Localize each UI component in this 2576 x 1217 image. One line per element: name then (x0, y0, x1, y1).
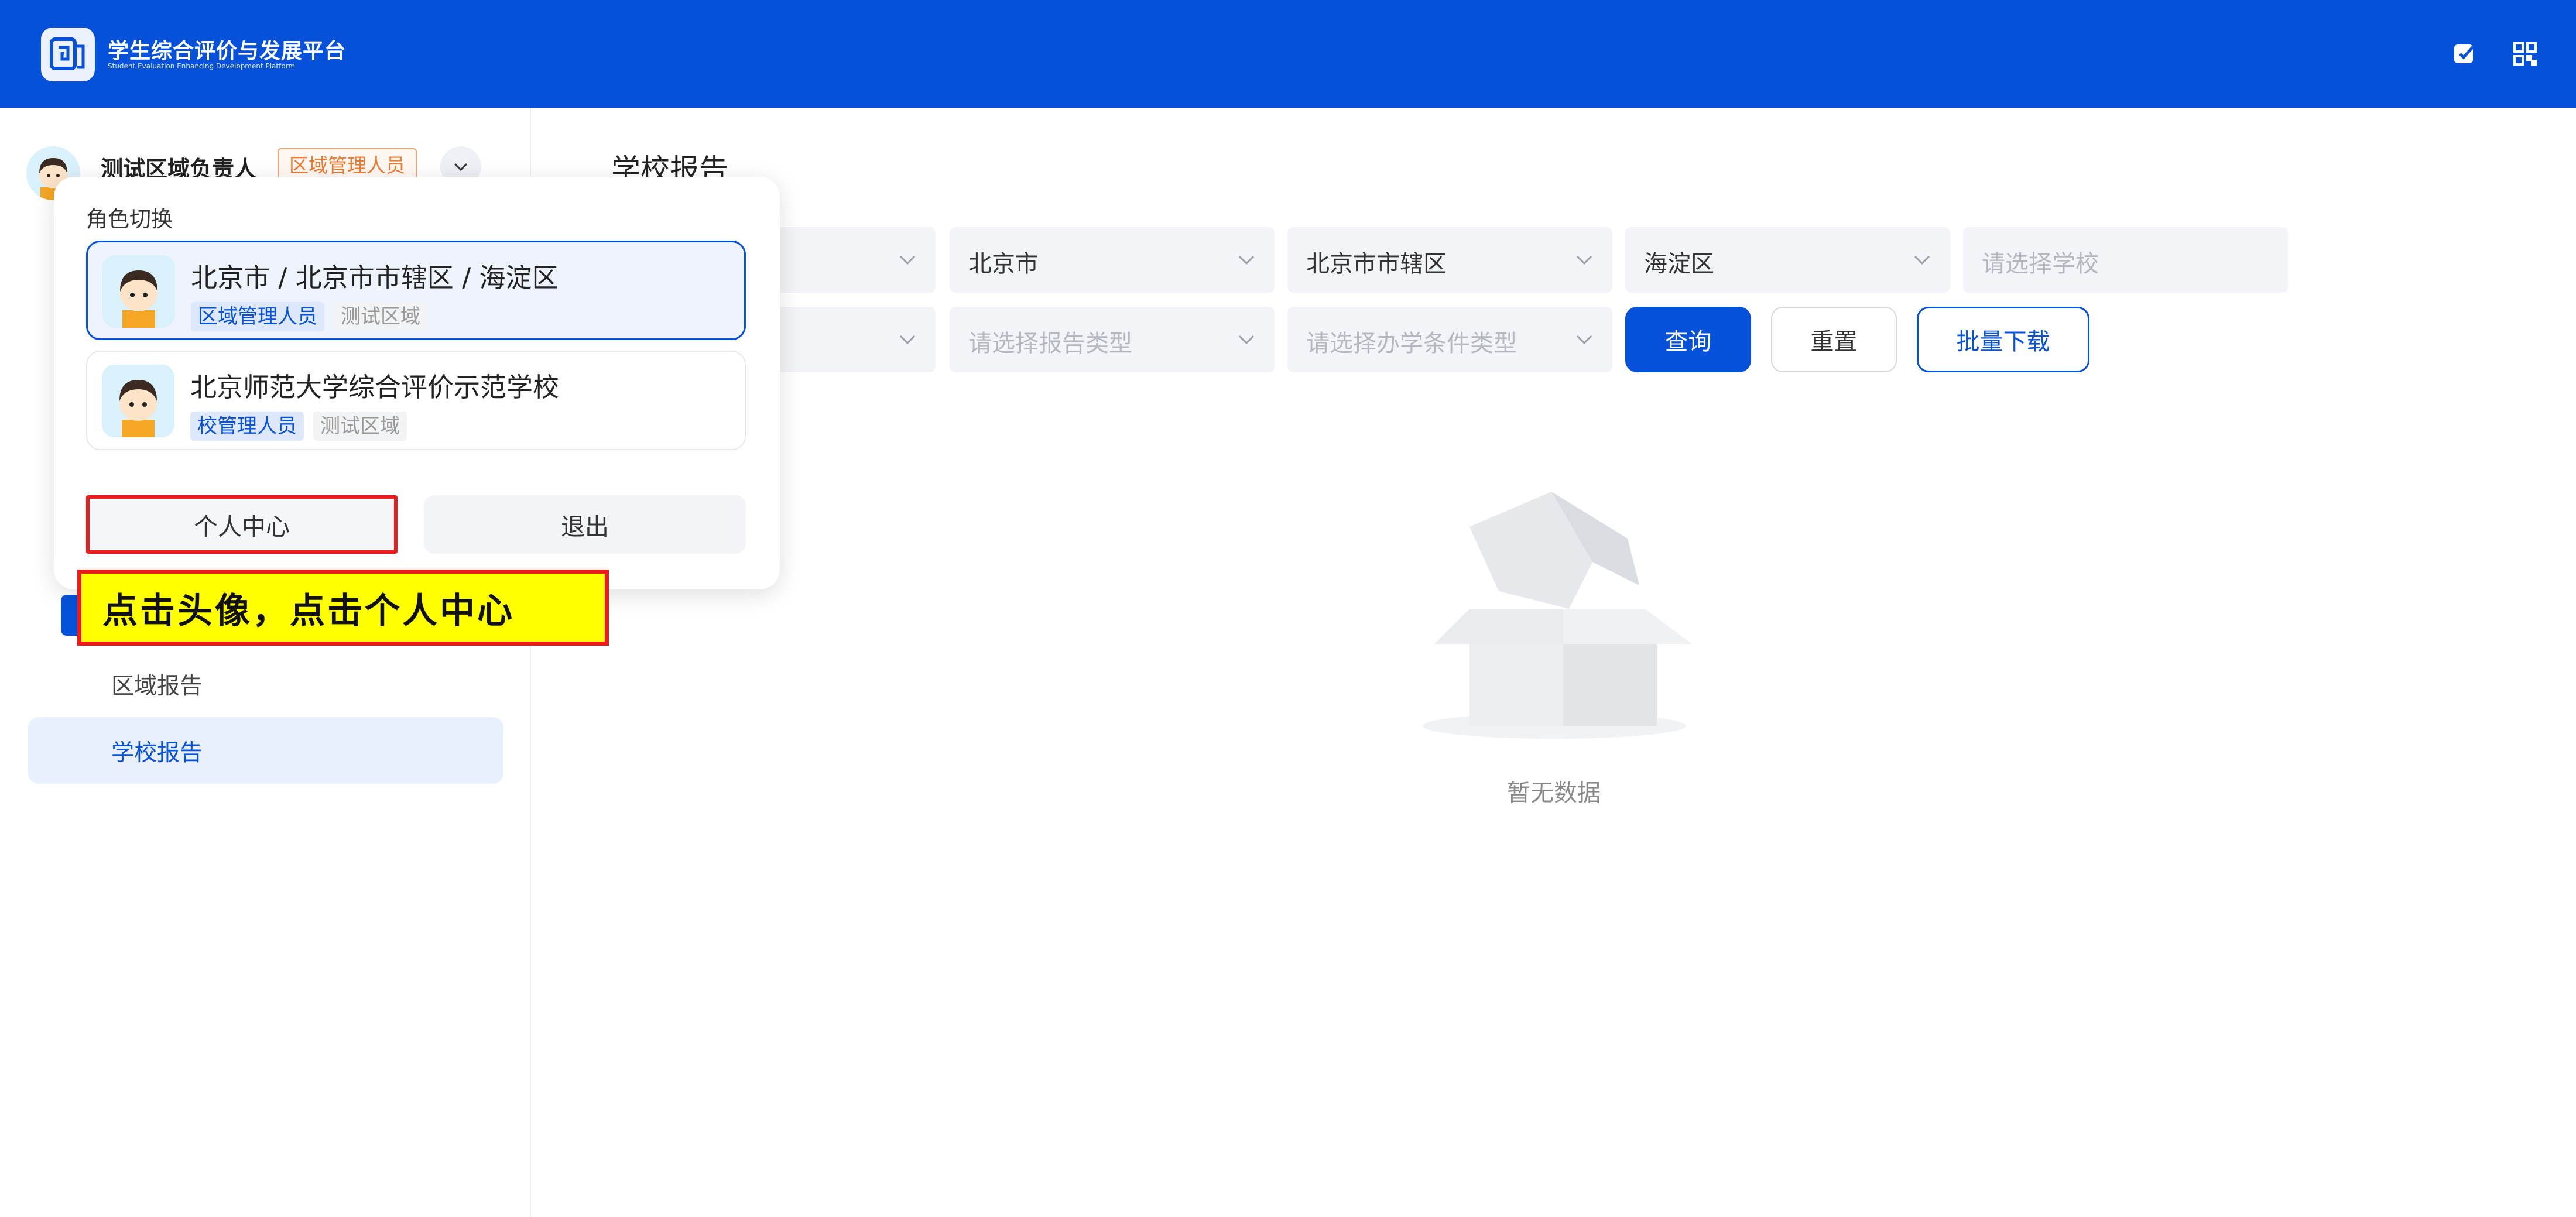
qr-code-icon[interactable] (2508, 36, 2543, 71)
school-select[interactable]: 请选择学校 (1963, 227, 2288, 293)
role-tag: 测试区域 (313, 412, 407, 441)
role-name: 北京师范大学综合评价示范学校 (190, 372, 560, 403)
logo-icon[interactable] (41, 28, 95, 81)
chevron-down-icon (1238, 255, 1255, 265)
year-select[interactable] (755, 307, 936, 372)
condition-type-placeholder: 请选择办学条件类型 (1306, 330, 1517, 357)
empty-box-icon (1417, 468, 1692, 743)
avatar (102, 365, 174, 437)
reset-button[interactable]: 重置 (1771, 307, 1897, 372)
role-name: 北京市 / 北京市市辖区 / 海淀区 (191, 262, 559, 293)
sidebar-item-region-report[interactable]: 区域报告 (28, 650, 503, 717)
chevron-down-icon (1576, 255, 1592, 265)
empty-state-text: 暂无数据 (1507, 780, 1601, 807)
instruction-callout: 点击头像，点击个人中心 (77, 570, 609, 646)
area-select[interactable]: 海淀区 (1625, 227, 1950, 293)
app-title: 学生综合评价与发展平台 (108, 39, 347, 63)
report-type-select[interactable]: 请选择报告类型 (950, 307, 1275, 372)
sidebar-item-school-report[interactable]: 学校报告 (28, 717, 503, 784)
edit-icon[interactable] (2447, 36, 2482, 71)
sidebar-item-label: 学校报告 (111, 740, 203, 766)
role-switch-title: 角色切换 (86, 207, 173, 232)
personal-center-button[interactable]: 个人中心 (86, 495, 398, 554)
query-button[interactable]: 查询 (1625, 307, 1751, 372)
app-subtitle: Student Evaluation Enhancing Development… (108, 62, 296, 70)
avatar (102, 255, 175, 328)
logout-button[interactable]: 退出 (424, 495, 746, 554)
role-option-school[interactable]: 北京师范大学综合评价示范学校 校管理人员 测试区域 (86, 351, 746, 450)
condition-type-select[interactable]: 请选择办学条件类型 (1287, 307, 1612, 372)
chevron-down-icon (899, 335, 916, 345)
district-select[interactable]: 北京市市辖区 (1287, 227, 1612, 293)
chevron-down-icon (899, 255, 916, 265)
district-select-value: 北京市市辖区 (1306, 251, 1447, 277)
report-type-placeholder: 请选择报告类型 (968, 330, 1132, 357)
role-badge: 区域管理人员 (191, 302, 324, 331)
city-select-value: 北京市 (968, 251, 1039, 277)
batch-download-button[interactable]: 批量下载 (1917, 307, 2089, 372)
area-select-value: 海淀区 (1644, 251, 1714, 277)
top-header: 学生综合评价与发展平台 Student Evaluation Enhancing… (0, 0, 2576, 108)
sidebar-item-label: 区域报告 (111, 673, 203, 700)
chevron-down-icon (1914, 255, 1930, 265)
chevron-down-icon (1576, 335, 1592, 345)
province-select[interactable] (755, 227, 936, 293)
role-badge: 校管理人员 (190, 412, 304, 441)
school-select-placeholder: 请选择学校 (1982, 251, 2099, 277)
city-select[interactable]: 北京市 (950, 227, 1275, 293)
role-option-region[interactable]: 北京市 / 北京市市辖区 / 海淀区 区域管理人员 测试区域 (86, 241, 746, 340)
role-tag: 测试区域 (334, 302, 427, 331)
chevron-down-icon (1238, 335, 1255, 345)
